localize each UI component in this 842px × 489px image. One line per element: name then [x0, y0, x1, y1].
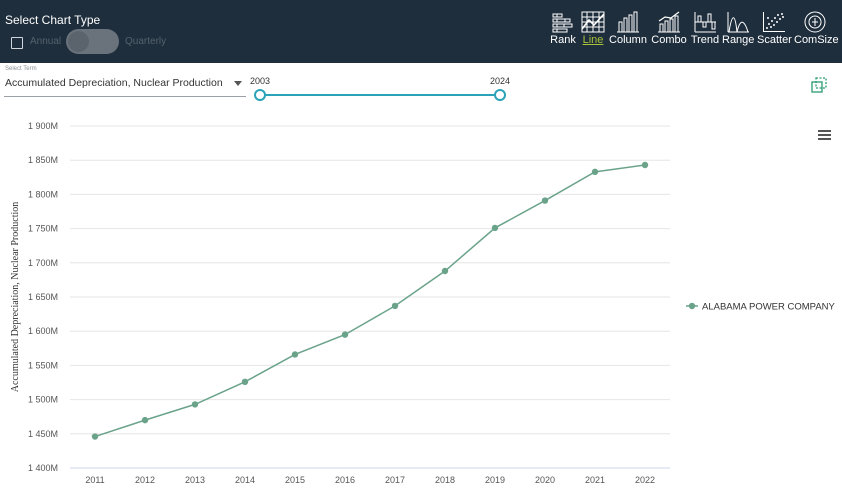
chart-type-range-button[interactable]: Range: [722, 11, 754, 51]
data-point: [641, 161, 649, 169]
x-tick-label: 2017: [385, 475, 405, 485]
year-start-handle[interactable]: [254, 89, 266, 101]
line-chart-icon: [581, 11, 605, 33]
rank-label: Rank: [550, 34, 576, 46]
term-select[interactable]: Accumulated Depreciation, Nuclear Produc…: [4, 73, 246, 97]
y-tick-label: 1 500M: [28, 395, 58, 405]
line-chart: 1 400M 1 450M 1 500M 1 550M 1 600M 1 650M 1 70…: [10, 121, 836, 485]
data-point: [391, 302, 399, 310]
quarterly-label: Quarterly: [125, 36, 167, 47]
annual-checkbox[interactable]: [11, 37, 23, 49]
scatter-chart-icon: [763, 12, 785, 32]
range-chart-icon: [727, 12, 749, 33]
combo-chart-icon: [658, 11, 680, 33]
chart-type-rank-button[interactable]: Rank: [549, 11, 577, 51]
year-start-label: 2003: [250, 76, 271, 86]
y-axis-label: Accumulated Depreciation, Nuclear Produc…: [10, 202, 21, 392]
data-point: [91, 433, 99, 440]
chevron-down-icon[interactable]: [234, 81, 242, 86]
chart-type-scatter-button[interactable]: Scatter: [757, 11, 792, 51]
x-tick-label: 2016: [335, 475, 355, 485]
chart-type-toolbar: Select Chart Type Annual Quarterly Rank …: [0, 0, 842, 63]
term-select-value: Accumulated Depreciation, Nuclear Produc…: [5, 77, 223, 89]
data-point: [291, 351, 299, 358]
x-tick-label: 2015: [285, 475, 305, 485]
comsize-label: ComSize: [794, 34, 839, 46]
x-tick-label: 2019: [485, 475, 505, 485]
range-label: Range: [722, 34, 755, 46]
x-tick-label: 2011: [85, 475, 104, 485]
chart-type-line-button[interactable]: Line: [579, 11, 607, 51]
legend-swatch-dot: [688, 302, 696, 310]
y-tick-label: 1 400M: [28, 463, 58, 473]
x-tick-label: 2022: [635, 475, 655, 485]
select-chart-type-title: Select Chart Type: [5, 13, 101, 27]
y-tick-label: 1 600M: [28, 326, 58, 336]
trend-chart-icon: [694, 12, 716, 33]
year-range-slider[interactable]: [260, 94, 501, 96]
x-tick-label: 2018: [435, 475, 455, 485]
data-point: [541, 197, 549, 204]
trend-label: Trend: [690, 34, 720, 46]
x-tick-label: 2014: [235, 475, 255, 485]
column-chart-icon: [617, 11, 639, 33]
chart-type-trend-button[interactable]: Trend: [690, 11, 720, 51]
select-term-label: Select Term: [5, 66, 37, 72]
data-point: [191, 401, 199, 408]
data-point: [141, 416, 149, 424]
y-tick-label: 1 750M: [28, 224, 58, 234]
line-label: Line: [582, 34, 604, 46]
chart-type-column-button[interactable]: Column: [609, 11, 647, 51]
expand-icon[interactable]: [811, 77, 827, 93]
y-tick-label: 1 800M: [28, 189, 58, 199]
legend-item: ALABAMA POWER COMPANY: [702, 302, 836, 313]
comsize-icon: [804, 11, 826, 33]
annual-label: Annual: [30, 36, 62, 47]
x-tick-label: 2013: [185, 475, 205, 485]
x-tick-label: 2020: [535, 475, 555, 485]
y-tick-label: 1 650M: [28, 292, 58, 302]
year-end-handle[interactable]: [494, 89, 506, 101]
y-tick-label: 1 850M: [28, 155, 58, 165]
y-tick-label: 1 450M: [28, 429, 58, 439]
y-tick-label: 1 700M: [28, 258, 58, 268]
rank-icon: [552, 13, 573, 33]
y-tick-label: 1 550M: [28, 360, 58, 370]
data-point: [341, 331, 349, 338]
data-point: [241, 378, 249, 386]
chart-type-combo-button[interactable]: Combo: [651, 11, 687, 51]
toggle-knob[interactable]: [68, 31, 89, 52]
x-tick-label: 2012: [135, 475, 155, 485]
data-point: [491, 224, 499, 232]
series-line: [94, 164, 646, 438]
chart-type-comsize-button[interactable]: ComSize: [794, 11, 839, 51]
year-end-label: 2024: [490, 76, 511, 86]
scatter-label: Scatter: [757, 34, 792, 46]
y-tick-label: 1 900M: [28, 121, 58, 131]
annual-quarterly-toggle[interactable]: [66, 29, 119, 54]
x-tick-label: 2021: [585, 475, 605, 485]
column-label: Column: [609, 34, 647, 46]
combo-label: Combo: [651, 34, 687, 46]
data-point: [591, 168, 599, 176]
data-point: [441, 267, 449, 275]
